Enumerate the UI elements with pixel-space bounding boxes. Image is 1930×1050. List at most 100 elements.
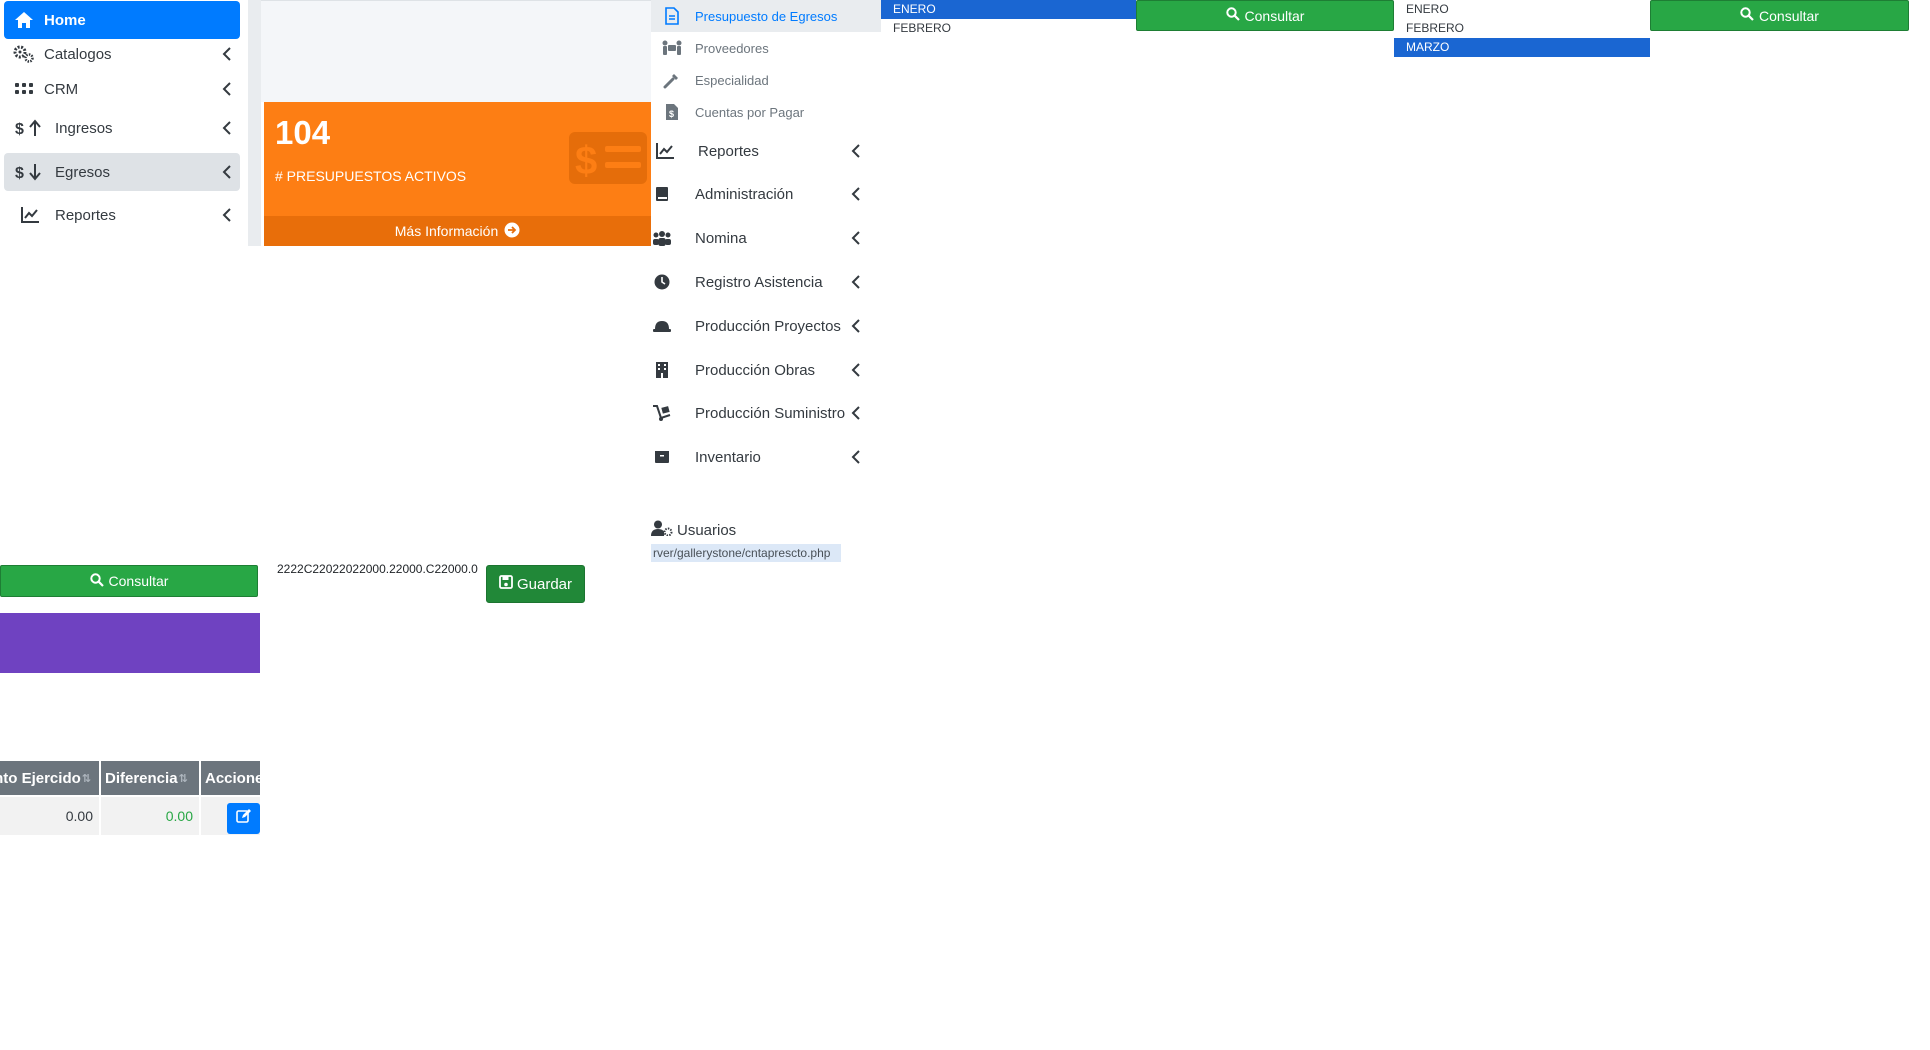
menu-item-reportes[interactable]: Reportes: [651, 132, 866, 170]
month-option[interactable]: MARZO: [1394, 38, 1650, 57]
sort-icon: ⇅: [178, 772, 188, 785]
sidebar-item-label: Reportes: [55, 206, 116, 224]
file-invoice-icon: [661, 7, 683, 25]
sidebar-item-home[interactable]: Home: [4, 1, 240, 39]
home-icon: [4, 11, 44, 29]
people-carry-icon: [661, 40, 683, 56]
menu-item-nomina[interactable]: Nomina: [651, 219, 866, 257]
active-budgets-box: 104 # PRESUPUESTOS ACTIVOS $ Más Informa…: [264, 102, 651, 246]
submenu-label: Proveedores: [695, 40, 769, 56]
edit-icon: [235, 808, 252, 829]
content-header: [261, 0, 651, 102]
sort-icon: ⇅: [81, 772, 91, 785]
chevron-left-icon: [846, 363, 866, 377]
chart-line-icon: [654, 142, 676, 160]
table-header-acciones[interactable]: Acciones: [201, 761, 260, 795]
arrow-circle-right-icon: [504, 222, 520, 241]
box-icon: [651, 450, 673, 464]
more-info-label: Más Información: [394, 223, 499, 239]
active-budgets-caption: # PRESUPUESTOS ACTIVOS: [275, 168, 467, 184]
guardar-button[interactable]: Guardar: [486, 565, 585, 603]
consultar-button-c[interactable]: Consultar: [0, 565, 258, 597]
chevron-left-icon: [846, 187, 866, 201]
svg-text:$: $: [669, 109, 674, 119]
submenu-presupuesto-egresos[interactable]: Presupuesto de Egresos: [651, 0, 881, 32]
chevron-left-icon: [846, 275, 866, 289]
dolly-icon: [651, 404, 673, 422]
chevron-left-icon: [214, 121, 240, 135]
month-option[interactable]: ENERO: [881, 0, 1136, 19]
menu-item-label: Producción Obras: [695, 361, 816, 379]
chevron-left-icon: [214, 47, 240, 61]
book-icon: [651, 186, 673, 202]
dollar-down-icon: $: [4, 162, 55, 182]
chevron-left-icon: [214, 165, 240, 179]
search-icon: [89, 572, 104, 590]
menu-item-label: Administración: [695, 185, 794, 203]
menu-item-administracion[interactable]: Administración: [651, 175, 866, 213]
month-option[interactable]: FEBRERO: [881, 19, 1136, 38]
month-option[interactable]: ENERO: [1394, 0, 1650, 19]
search-icon: [1225, 7, 1240, 24]
consultar-label: Consultar: [108, 573, 169, 589]
consultar-button-b[interactable]: Consultar: [1650, 0, 1909, 31]
save-icon: [499, 575, 513, 593]
chevron-left-icon: [214, 82, 240, 96]
cogs-icon: [4, 45, 44, 63]
svg-text:$: $: [15, 165, 24, 182]
sidebar-item-reportes[interactable]: Reportes: [4, 196, 240, 234]
more-info-link[interactable]: Más Información: [264, 216, 651, 246]
svg-text:$: $: [15, 121, 24, 138]
menu-item-label: Reportes: [698, 142, 759, 160]
menu-item-produccion-suministro[interactable]: Producción Suministro: [651, 394, 866, 432]
consultar-label: Consultar: [1759, 7, 1819, 24]
usuarios-label: Usuarios: [677, 521, 737, 539]
svg-text:$: $: [575, 139, 597, 183]
consultar-button-a[interactable]: Consultar: [1136, 0, 1394, 31]
month-select-a[interactable]: ENERO FEBRERO: [881, 0, 1136, 38]
chevron-left-icon: [846, 231, 866, 245]
table-header-label: nto Ejercido: [0, 769, 81, 787]
sidebar-item-label: Ingresos: [55, 119, 113, 137]
guardar-label: Guardar: [516, 575, 573, 593]
menu-item-registro-asistencia[interactable]: Registro Asistencia: [651, 263, 866, 301]
consultar-label: Consultar: [1244, 7, 1305, 24]
money-list-icon: $: [567, 130, 649, 186]
month-option[interactable]: FEBRERO: [1394, 19, 1650, 38]
sidebar-item-label: Egresos: [55, 163, 111, 181]
file-invoice-dollar-icon: $: [661, 103, 683, 121]
sidebar-item-label: CRM: [44, 80, 79, 98]
menu-item-produccion-obras[interactable]: Producción Obras: [651, 351, 866, 389]
tools-icon: [661, 71, 683, 89]
edit-button[interactable]: [227, 803, 260, 834]
table-header-label: Diferencia: [105, 769, 178, 787]
chevron-left-icon: [846, 144, 866, 158]
table-header-diferencia[interactable]: Diferencia ⇅: [101, 761, 199, 795]
sidebar-item-egresos[interactable]: $ Egresos: [4, 153, 240, 191]
table-row: 0.00: [101, 797, 199, 835]
menu-item-label: Producción Proyectos: [695, 317, 841, 335]
dollar-up-icon: $: [4, 118, 55, 138]
submenu-label: Presupuesto de Egresos: [695, 8, 838, 24]
month-select-b[interactable]: ENERO FEBRERO MARZO: [1394, 0, 1650, 57]
submenu-especialidad[interactable]: Especialidad: [651, 64, 881, 96]
sidebar-item-catalogos[interactable]: Catalogos: [4, 35, 240, 73]
sidebar-item-ingresos[interactable]: $ Ingresos: [4, 109, 240, 147]
user-cog-icon: [651, 520, 673, 540]
status-url: rver/gallerystone/cntaprescto.php: [651, 544, 841, 562]
sidebar-item-crm[interactable]: CRM: [4, 70, 240, 108]
submenu-label: Especialidad: [695, 72, 769, 88]
cell-ejercido: 0.00: [65, 808, 93, 824]
submenu-proveedores[interactable]: Proveedores: [651, 32, 881, 64]
menu-item-label: Inventario: [695, 448, 761, 466]
amount-input[interactable]: 2222C22022022000.22000.C22000.0: [277, 562, 487, 576]
menu-item-produccion-proyectos[interactable]: Producción Proyectos: [651, 307, 866, 345]
menu-item-inventario[interactable]: Inventario: [651, 438, 866, 476]
chevron-left-icon: [846, 406, 866, 420]
menu-item-usuarios[interactable]: Usuarios: [651, 520, 736, 540]
users-icon: [651, 230, 673, 246]
chevron-left-icon: [846, 319, 866, 333]
submenu-cuentas-por-pagar[interactable]: $ Cuentas por Pagar: [651, 96, 881, 128]
table-header-ejercido[interactable]: nto Ejercido ⇅: [0, 761, 99, 795]
sidebar-edge: [248, 0, 261, 246]
